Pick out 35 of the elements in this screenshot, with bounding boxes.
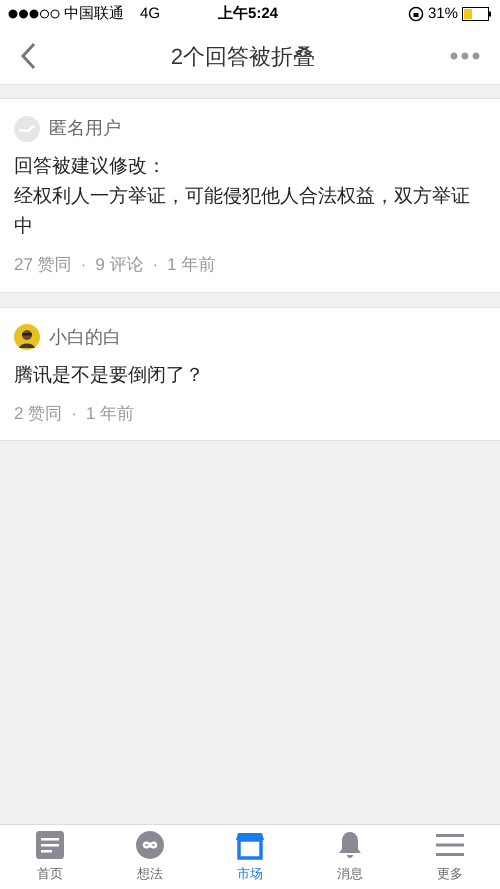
answer-card[interactable]: 匿名用户 回答被建议修改： 经权利人一方举证，可能侵犯他人合法权益，双方举证中 27 赞同 · 9 评论 · 1 年前: [0, 98, 500, 292]
document-icon: [35, 830, 65, 860]
answer-text: 腾讯是不是要倒闭了？: [14, 364, 205, 388]
status-time: 上午5:24: [218, 4, 278, 24]
answer-text: 经权利人一方举证，可能侵犯他人合法权益，双方举证中: [14, 185, 471, 239]
anonymous-avatar-icon: [14, 116, 40, 142]
answer-meta: 9 评论: [95, 254, 144, 276]
page-title: 2个回答被折叠: [170, 42, 316, 70]
battery-percent: 31%: [428, 4, 458, 24]
separator-dot: ·: [71, 402, 77, 424]
separator-dot: ·: [80, 254, 86, 276]
infinity-icon: [135, 830, 165, 860]
signal-icon: [8, 9, 60, 19]
tab-bar-item[interactable]: 想法: [100, 825, 200, 889]
back-icon[interactable]: [20, 42, 36, 70]
tab-bar-item[interactable]: 首页: [0, 825, 100, 889]
more-icon[interactable]: [450, 52, 480, 60]
answer-meta: 27 赞同: [14, 254, 72, 276]
tab-bar-item[interactable]: 消息: [300, 825, 400, 889]
battery-icon: [462, 7, 492, 21]
answer-meta: 1 年前: [167, 254, 216, 276]
carrier-name: 中国联通: [64, 4, 124, 24]
author-name[interactable]: 匿名用户: [49, 115, 121, 142]
rotation-lock-icon: [408, 6, 424, 22]
storefront-icon: [235, 830, 265, 860]
answer-meta: 1 年前: [86, 402, 134, 424]
network-type: 4G: [140, 4, 160, 24]
user-avatar-icon: [14, 324, 40, 350]
tab-bar-item[interactable]: 更多: [400, 825, 500, 889]
author-name[interactable]: 小白的白: [49, 324, 121, 350]
separator-dot: ·: [152, 254, 158, 276]
tab-bar-item[interactable]: 市场: [200, 825, 300, 889]
answer-text: 回答被建议修改：: [14, 155, 167, 179]
answer-card[interactable]: 小白的白 腾讯是不是要倒闭了？ 2 赞同 · 1 年前: [0, 306, 500, 441]
answer-meta: 2 赞同: [14, 402, 62, 424]
